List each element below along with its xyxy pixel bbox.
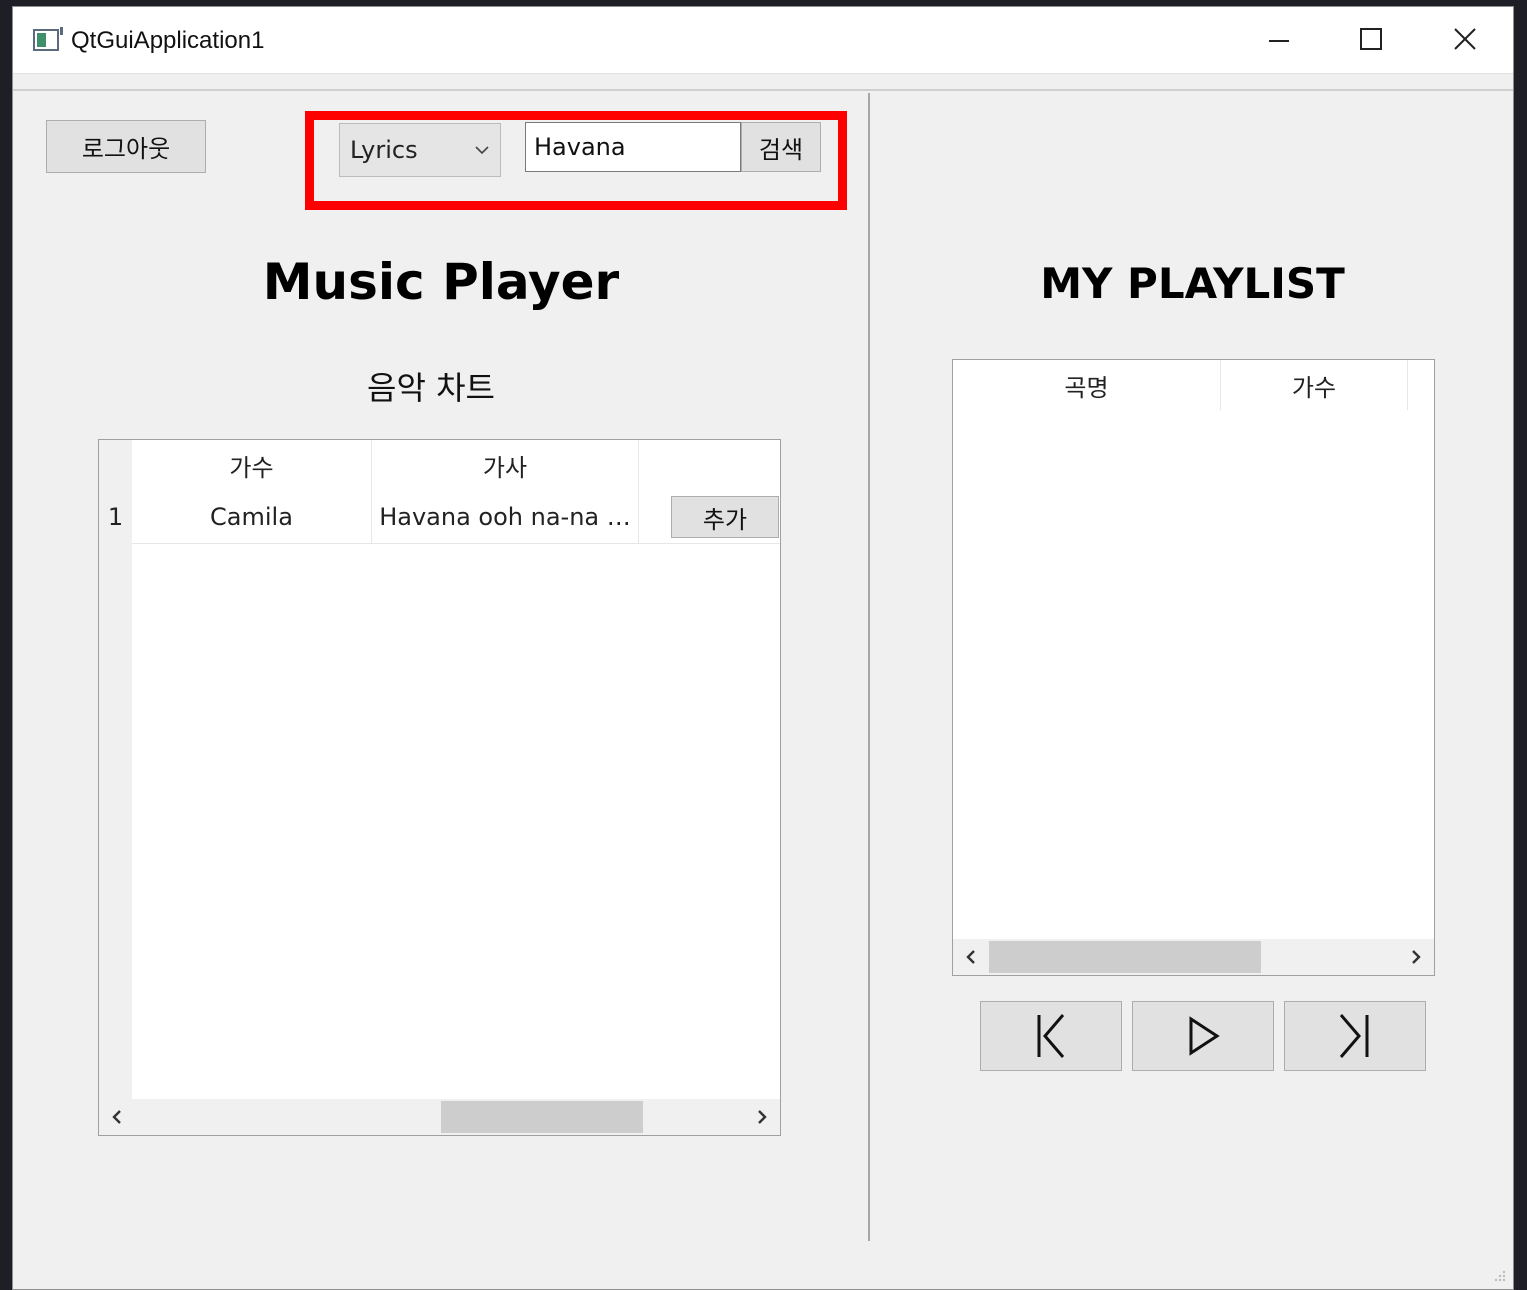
logout-button[interactable]: 로그아웃: [46, 120, 206, 173]
app-window: QtGuiApplication1 로그아웃 Lyrics 검색 Music P…: [12, 6, 1514, 1290]
play-icon: [1189, 1016, 1220, 1056]
column-header-lyrics[interactable]: 가사: [372, 440, 639, 490]
previous-icon: [1037, 1014, 1065, 1058]
close-icon: [1454, 28, 1476, 50]
app-icon: [33, 27, 63, 51]
maximize-button[interactable]: [1353, 21, 1389, 57]
play-button[interactable]: [1132, 1001, 1274, 1071]
row-number[interactable]: 1: [99, 490, 132, 544]
column-header-song[interactable]: 곡명: [953, 360, 1221, 410]
scroll-thumb[interactable]: [441, 1101, 643, 1133]
next-icon: [1339, 1014, 1369, 1058]
chart-title: 음악 차트: [367, 369, 495, 407]
column-header-action[interactable]: [639, 440, 780, 490]
minimize-icon: [1269, 40, 1289, 42]
cell-artist[interactable]: Camila: [132, 490, 372, 544]
scroll-right-button[interactable]: [744, 1099, 780, 1135]
window-title: QtGuiApplication1: [71, 27, 265, 54]
chevron-left-icon: [112, 1110, 121, 1124]
chevron-down-icon: [475, 146, 489, 155]
column-header-artist[interactable]: 가수: [1221, 360, 1408, 410]
search-category-value: Lyrics: [350, 136, 418, 164]
minimize-button[interactable]: [1261, 21, 1297, 57]
app-title: Music Player: [262, 253, 620, 311]
search-button[interactable]: 검색: [741, 122, 821, 172]
resize-grip-icon[interactable]: [1491, 1267, 1507, 1283]
scroll-right-button[interactable]: [1398, 939, 1434, 975]
chevron-left-icon: [966, 950, 975, 964]
chevron-right-icon: [1412, 950, 1421, 964]
add-to-playlist-button[interactable]: 추가: [671, 496, 779, 538]
search-category-select[interactable]: Lyrics: [339, 123, 501, 177]
next-button[interactable]: [1284, 1001, 1426, 1071]
scroll-thumb[interactable]: [989, 941, 1261, 973]
search-input[interactable]: [525, 122, 741, 172]
playlist-horizontal-scrollbar[interactable]: [953, 939, 1434, 975]
close-button[interactable]: [1447, 21, 1483, 57]
scroll-left-button[interactable]: [99, 1099, 135, 1135]
chart-horizontal-scrollbar[interactable]: [99, 1099, 780, 1135]
maximize-icon: [1360, 28, 1382, 50]
chart-table[interactable]: 가수 가사 1 Camila Havana ooh na-na … 추가: [98, 439, 781, 1136]
playlist-table[interactable]: 곡명 가수: [952, 359, 1435, 976]
menu-divider: [13, 89, 1513, 91]
chevron-right-icon: [758, 1110, 767, 1124]
previous-button[interactable]: [980, 1001, 1122, 1071]
title-bar[interactable]: QtGuiApplication1: [13, 7, 1513, 74]
playlist-title: MY PLAYLIST: [1040, 259, 1345, 308]
scroll-left-button[interactable]: [953, 939, 989, 975]
column-header-artist[interactable]: 가수: [132, 440, 372, 490]
cell-lyrics[interactable]: Havana ooh na-na …: [372, 490, 639, 544]
